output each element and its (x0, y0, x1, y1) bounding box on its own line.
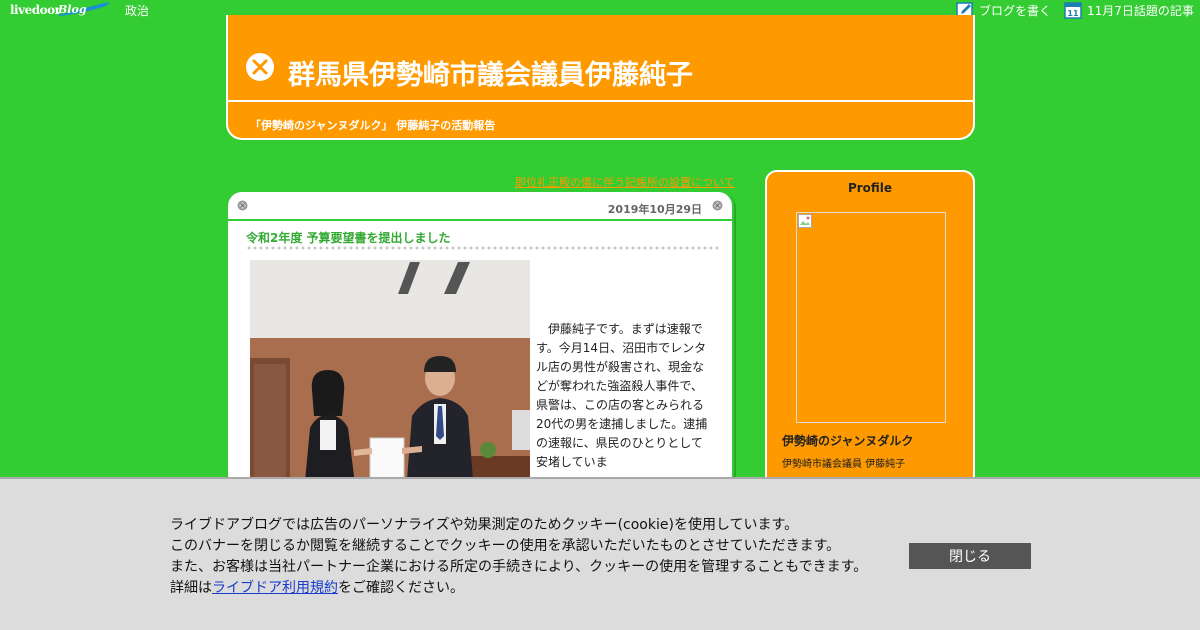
next-article-link[interactable]: 即位礼正殿の儀に伴う記帳所の設置について (515, 174, 735, 190)
calendar-icon: 11 (1064, 2, 1082, 19)
profile-description: 伊勢崎市議会議員 伊藤純子 (782, 459, 906, 470)
cookie-line-4-prefix: 詳細は (170, 580, 212, 596)
blog-subtitle: 「伊勢崎のジャンヌダルク」 伊藤純子の活動報告 (250, 119, 496, 132)
cookie-banner: ライブドアブログでは広告のパーソナライズや効果測定のためクッキー(cookie)… (0, 477, 1200, 630)
blog-title[interactable]: 群馬県伊勢崎市議会議員伊藤純子 (288, 53, 693, 92)
cookie-line-3: また、お客様は当社パートナー企業における所定の手続きにより、クッキーの使用を管理… (170, 559, 868, 575)
profile-widget: Profile 伊勢崎のジャンヌダルク 伊勢崎市議会議員 伊藤純子 (765, 170, 975, 490)
broken-image-icon (798, 214, 812, 228)
logo-text: livedoor (10, 3, 61, 17)
logo-blog-text: Blog (57, 3, 87, 16)
blog-header: 群馬県伊勢崎市議会議員伊藤純子 「伊勢崎のジャンヌダルク」 伊藤純子の活動報告 (226, 15, 975, 140)
terms-link[interactable]: ライブドア利用規約 (212, 580, 338, 596)
cookie-line-1: ライブドアブログでは広告のパーソナライズや効果測定のためクッキー(cookie)… (170, 517, 799, 533)
pin-icon (237, 200, 248, 211)
article-card: 2019年10月29日 令和2年度 予算要望書を提出しました 伊藤純子です。まず… (226, 190, 734, 490)
pin-icon (712, 200, 723, 211)
topic-articles-link[interactable]: 11 11月7日話題の記事 (1064, 1, 1194, 19)
cookie-line-2: このバナーを閉じるか閲覧を継続することでクッキーの使用を承認いただいたものとさせ… (170, 538, 841, 554)
article-title[interactable]: 令和2年度 予算要望書を提出しました (246, 229, 451, 246)
dotted-divider (246, 246, 718, 250)
profile-image[interactable] (796, 212, 946, 423)
cookie-line-4: 詳細はライブドア利用規約をご確認ください。 (170, 578, 867, 599)
close-button[interactable]: 閉じる (909, 543, 1031, 569)
date-divider (228, 219, 732, 221)
write-blog-label: ブログを書く (979, 3, 1052, 18)
article-photo[interactable] (250, 260, 530, 490)
close-circle-icon (246, 53, 274, 81)
calendar-day: 11 (1067, 9, 1079, 18)
header-divider (228, 100, 973, 102)
cookie-line-4-suffix: をご確認ください。 (338, 580, 464, 596)
article-date: 2019年10月29日 (607, 203, 702, 216)
topic-articles-label: 11月7日話題の記事 (1087, 3, 1194, 18)
livedoor-blog-logo[interactable]: livedoor Blog (10, 1, 110, 18)
profile-heading: Profile (847, 181, 893, 195)
profile-name[interactable]: 伊勢崎のジャンヌダルク (782, 432, 913, 449)
blog-logo-icon: Blog (57, 2, 110, 16)
article-body: 伊藤純子です。まずは速報です。今月14日、沼田市でレンタル店の男性が殺害され、現… (536, 322, 708, 469)
cookie-notice-text: ライブドアブログでは広告のパーソナライズや効果測定のためクッキー(cookie)… (170, 515, 867, 599)
category-link[interactable]: 政治 (125, 2, 149, 19)
